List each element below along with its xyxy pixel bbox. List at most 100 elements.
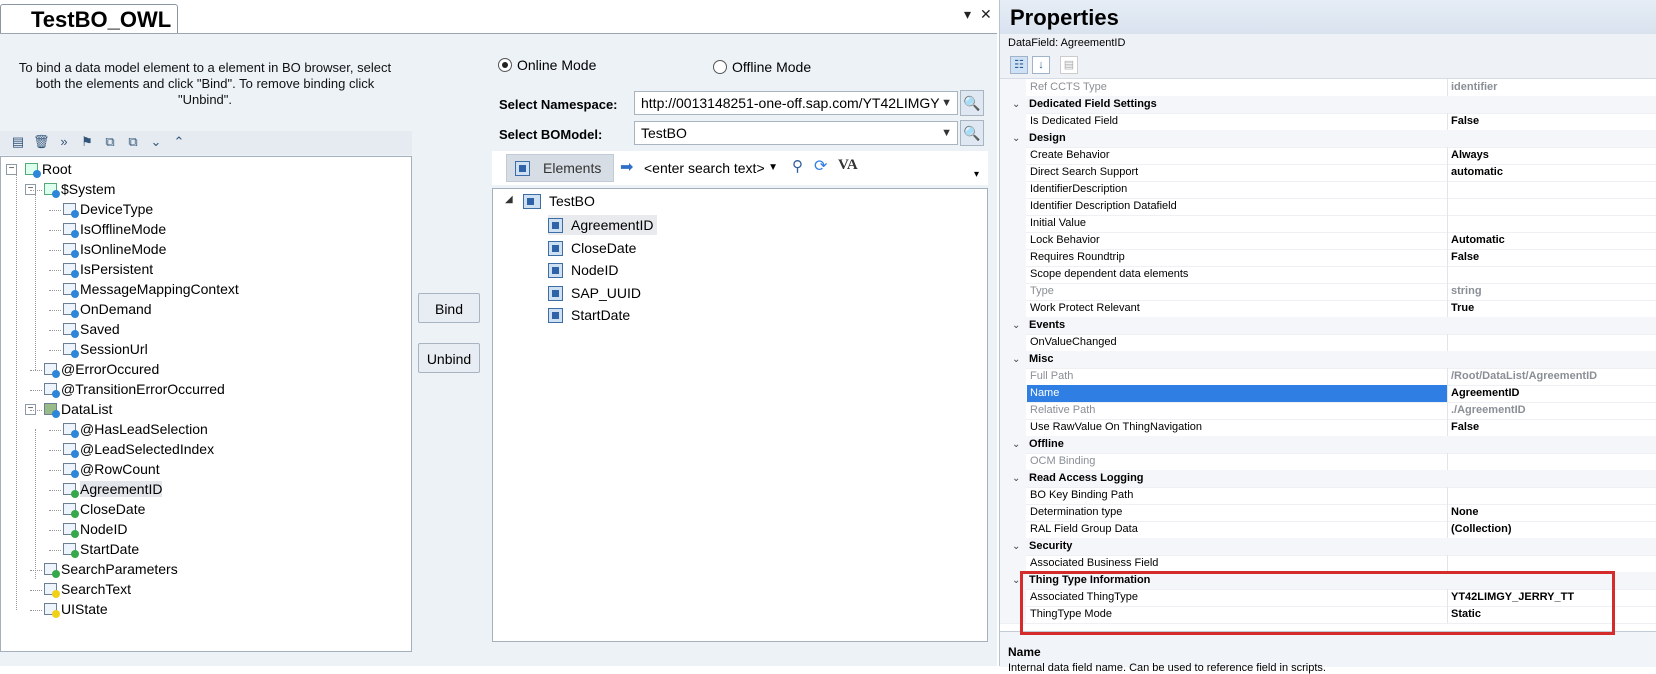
- property-value[interactable]: False: [1447, 419, 1656, 436]
- property-value[interactable]: identifier: [1447, 79, 1656, 96]
- search-icon[interactable]: ⚲: [792, 157, 803, 175]
- namespace-browse-icon[interactable]: 🔍: [960, 90, 984, 116]
- collapse-icon[interactable]: ⌄: [1012, 130, 1020, 147]
- expand-all-icon[interactable]: ⌄: [148, 134, 164, 150]
- property-category[interactable]: ⌄ Dedicated Field Settings: [1000, 96, 1656, 114]
- value-help-icon[interactable]: VA: [838, 157, 858, 174]
- tree-icon[interactable]: ⧉: [102, 134, 118, 150]
- property-value[interactable]: None: [1447, 504, 1656, 521]
- collapse-icon[interactable]: ⌄: [1012, 436, 1020, 453]
- tree-node[interactable]: IsPersistent: [63, 260, 153, 279]
- property-row[interactable]: BO Key Binding Path: [1000, 487, 1656, 505]
- property-row[interactable]: Determination type None: [1000, 504, 1656, 522]
- property-value[interactable]: False: [1447, 249, 1656, 266]
- document-tab[interactable]: TestBO_OWL: [0, 4, 178, 33]
- tree-node[interactable]: UIState: [44, 600, 108, 619]
- property-category[interactable]: ⌄ Design: [1000, 130, 1656, 148]
- bo-root[interactable]: TestBO: [523, 191, 595, 211]
- forward-icon[interactable]: »: [56, 134, 72, 150]
- property-row[interactable]: RAL Field Group Data (Collection): [1000, 521, 1656, 539]
- property-value[interactable]: AgreementID: [1447, 385, 1656, 402]
- tree-node[interactable]: DeviceType: [63, 200, 153, 219]
- overflow-icon[interactable]: ▾: [974, 169, 979, 180]
- property-row[interactable]: Initial Value: [1000, 215, 1656, 233]
- property-row[interactable]: Ref CCTS Type identifier: [1000, 79, 1656, 97]
- property-row[interactable]: IdentifierDescription: [1000, 181, 1656, 199]
- refresh-icon[interactable]: ⟳: [814, 156, 827, 176]
- categorized-icon[interactable]: ☷: [1010, 56, 1028, 74]
- tree-node[interactable]: SearchParameters: [44, 560, 178, 579]
- property-row[interactable]: OCM Binding: [1000, 453, 1656, 471]
- sort-alpha-icon[interactable]: ↓: [1032, 56, 1050, 74]
- property-value[interactable]: [1447, 181, 1656, 198]
- tree-node[interactable]: @RowCount: [63, 460, 160, 479]
- tree-node[interactable]: StartDate: [63, 540, 139, 559]
- tree-node[interactable]: DataList: [44, 400, 112, 419]
- property-value[interactable]: [1447, 453, 1656, 470]
- collapse-icon[interactable]: ⌄: [1012, 317, 1020, 334]
- collapse-icon[interactable]: ⌄: [1012, 96, 1020, 113]
- property-row[interactable]: Type string: [1000, 283, 1656, 301]
- element-search-input[interactable]: <enter search text> ▼: [644, 157, 778, 179]
- collapse-icon[interactable]: ⌄: [1012, 538, 1020, 555]
- bo-element-tree[interactable]: ◢ TestBO AgreementID CloseDate NodeID SAP_U…: [492, 188, 988, 642]
- tree-node[interactable]: SearchText: [44, 580, 131, 599]
- tree-node[interactable]: Saved: [63, 320, 120, 339]
- offline-mode-radio[interactable]: [713, 60, 727, 74]
- tree-node[interactable]: NodeID: [63, 520, 127, 539]
- collapse-icon[interactable]: ⌄: [1012, 470, 1020, 487]
- tree-node[interactable]: @ErrorOccured: [44, 360, 159, 379]
- close-icon[interactable]: ✕: [980, 6, 992, 23]
- data-model-tree[interactable]: Root − $System − DeviceType IsOfflineMode IsOn…: [0, 156, 412, 652]
- property-value[interactable]: string: [1447, 283, 1656, 300]
- tree-node[interactable]: CloseDate: [63, 500, 145, 519]
- property-value[interactable]: [1447, 334, 1656, 351]
- property-value[interactable]: (Collection): [1447, 521, 1656, 538]
- property-pages-icon[interactable]: ▤: [1060, 56, 1078, 74]
- bo-element-item[interactable]: NodeID: [548, 260, 618, 280]
- property-value[interactable]: ./AgreementID: [1447, 402, 1656, 419]
- property-value[interactable]: False: [1447, 113, 1656, 130]
- tree-node[interactable]: SessionUrl: [63, 340, 148, 359]
- property-row[interactable]: Direct Search Support automatic: [1000, 164, 1656, 182]
- filter-icon[interactable]: ⚑: [79, 134, 95, 150]
- property-category[interactable]: ⌄ Security: [1000, 538, 1656, 556]
- property-row[interactable]: Identifier Description Datafield: [1000, 198, 1656, 216]
- bo-element-item[interactable]: CloseDate: [548, 238, 636, 258]
- tree-node[interactable]: @LeadSelectedIndex: [63, 440, 214, 459]
- unbind-button[interactable]: Unbind: [418, 343, 480, 373]
- namespace-select[interactable]: http://0013148251-one-off.sap.com/YT42LI…: [634, 91, 958, 115]
- property-row[interactable]: Name AgreementID: [1000, 385, 1656, 403]
- tree-node[interactable]: IsOfflineMode: [63, 220, 166, 239]
- collapse-triangle-icon[interactable]: ◢: [505, 194, 513, 205]
- tab-dropdown-icon[interactable]: ▾: [964, 6, 971, 23]
- property-category[interactable]: ⌄ Events: [1000, 317, 1656, 335]
- offline-mode-label[interactable]: Offline Mode: [732, 59, 811, 75]
- property-value[interactable]: Always: [1447, 147, 1656, 164]
- property-grid[interactable]: Ref CCTS Type identifier ⌄ Dedicated Field …: [1000, 79, 1656, 631]
- collapse-icon[interactable]: ⌄: [1012, 351, 1020, 368]
- property-category[interactable]: ⌄ Misc: [1000, 351, 1656, 369]
- property-value[interactable]: [1447, 198, 1656, 215]
- elements-tab[interactable]: Elements: [506, 154, 614, 182]
- tree-node[interactable]: AgreementID: [63, 480, 163, 499]
- property-category[interactable]: ⌄ Offline: [1000, 436, 1656, 454]
- property-value[interactable]: [1447, 215, 1656, 232]
- arrow-right-icon[interactable]: ➡: [620, 157, 633, 177]
- property-value[interactable]: /Root/DataList/AgreementID: [1447, 368, 1656, 385]
- property-value[interactable]: [1447, 487, 1656, 504]
- tree-node[interactable]: MessageMappingContext: [63, 280, 239, 299]
- bomodel-select[interactable]: TestBO ▼: [634, 121, 958, 145]
- bo-element-item[interactable]: SAP_UUID: [548, 283, 641, 303]
- property-row[interactable]: Lock Behavior Automatic: [1000, 232, 1656, 250]
- property-value[interactable]: Automatic: [1447, 232, 1656, 249]
- property-category[interactable]: ⌄ Read Access Logging: [1000, 470, 1656, 488]
- property-value[interactable]: automatic: [1447, 164, 1656, 181]
- bind-button[interactable]: Bind: [418, 293, 480, 323]
- property-row[interactable]: Create Behavior Always: [1000, 147, 1656, 165]
- online-mode-radio[interactable]: [498, 58, 512, 72]
- tree-node[interactable]: @TransitionErrorOccurred: [44, 380, 225, 399]
- new-icon[interactable]: ▤: [10, 134, 26, 150]
- property-row[interactable]: Relative Path ./AgreementID: [1000, 402, 1656, 420]
- bomodel-search-icon[interactable]: 🔍: [960, 120, 984, 146]
